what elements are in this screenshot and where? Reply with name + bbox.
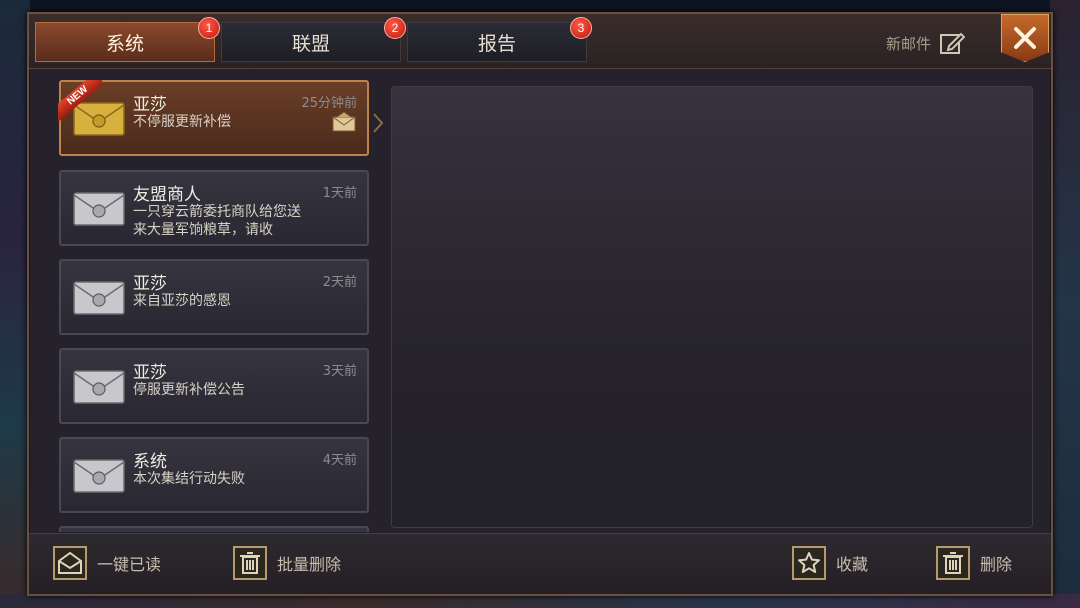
- tab-label: 系统: [105, 32, 144, 55]
- favorite-label: 收藏: [836, 555, 869, 574]
- tab-bar: 系统 1 联盟 2 报告 3 新邮件: [29, 14, 1051, 69]
- tab-label: 联盟: [291, 32, 330, 55]
- tab-system[interactable]: 系统 1: [35, 17, 220, 62]
- new-ribbon: NEW: [58, 80, 102, 123]
- favorite-button[interactable]: 收藏: [792, 544, 868, 582]
- mail-item[interactable]: 亚莎 停服更新补偿公告 3天前: [59, 348, 369, 424]
- mail-preview: 不停服更新补偿: [133, 114, 231, 130]
- mail-item[interactable]: 友盟商人 一只穿云箭委托商队给您送来大量军饷粮草，请收 1天前: [59, 170, 369, 246]
- mail-item[interactable]: [59, 526, 369, 532]
- tab-badge: 2: [384, 17, 406, 39]
- envelope-open-icon: [53, 546, 87, 580]
- mail-sender: 系统: [133, 452, 167, 472]
- mail-sender: 友盟商人: [133, 185, 201, 205]
- delete-label: 删除: [980, 555, 1013, 574]
- trash-icon: [233, 546, 267, 580]
- batch-delete-button[interactable]: 批量删除: [233, 544, 341, 582]
- new-label: NEW: [58, 80, 102, 123]
- star-icon: [792, 546, 826, 580]
- mail-preview: 停服更新补偿公告: [133, 382, 245, 398]
- mail-time: 1天前: [322, 186, 357, 201]
- selection-arrow-icon: [373, 113, 384, 133]
- read-all-button[interactable]: 一键已读: [53, 544, 161, 582]
- mail-panel: 系统 1 联盟 2 报告 3 新邮件 NEW 亚莎 不停服更新补偿 25分钟前 …: [27, 12, 1053, 596]
- envelope-silver-icon: [73, 281, 125, 315]
- mail-content-area: [391, 86, 1033, 528]
- bottom-toolbar: 一键已读 批量删除 收藏 删除: [29, 533, 1051, 594]
- mail-sender: 亚莎: [133, 274, 167, 294]
- mail-item[interactable]: 系统 本次集结行动失败 4天前: [59, 437, 369, 513]
- tab-label: 报告: [477, 32, 516, 55]
- mail-time: 25分钟前: [301, 96, 357, 111]
- mail-item[interactable]: 亚莎 来自亚莎的感恩 2天前: [59, 259, 369, 335]
- tab-badge: 3: [570, 17, 592, 39]
- batch-delete-label: 批量删除: [277, 555, 342, 574]
- mail-sender: 亚莎: [133, 363, 167, 383]
- mail-preview: 一只穿云箭委托商队给您送来大量军饷粮草，请收: [133, 204, 301, 238]
- mail-time: 4天前: [322, 453, 357, 468]
- background-bottom: [0, 594, 1080, 608]
- tab-report[interactable]: 报告 3: [407, 17, 592, 62]
- envelope-silver-icon: [73, 370, 125, 404]
- mail-list[interactable]: NEW 亚莎 不停服更新补偿 25分钟前 友盟商人 一只穿云箭委托商队给您送来大…: [55, 80, 373, 532]
- attachment-icon: [332, 112, 356, 132]
- trash-icon: [936, 546, 970, 580]
- mail-preview: 来自亚莎的感恩: [133, 293, 231, 309]
- close-icon: [1014, 27, 1036, 49]
- tab-badge: 1: [198, 17, 220, 39]
- background-right: [1050, 0, 1080, 608]
- mail-time: 3天前: [322, 364, 357, 379]
- mail-preview: 本次集结行动失败: [133, 471, 245, 487]
- mail-time: 2天前: [322, 275, 357, 290]
- new-mail-button[interactable]: 新邮件: [886, 28, 965, 58]
- new-mail-label: 新邮件: [885, 34, 931, 53]
- envelope-silver-icon: [73, 192, 125, 226]
- mail-sender: 亚莎: [133, 95, 167, 115]
- close-button[interactable]: [1001, 14, 1049, 62]
- background-left: [0, 0, 30, 608]
- envelope-silver-icon: [73, 459, 125, 493]
- delete-button[interactable]: 删除: [936, 544, 1012, 582]
- tab-alliance[interactable]: 联盟 2: [221, 17, 406, 62]
- edit-icon: [940, 32, 965, 54]
- mail-item[interactable]: NEW 亚莎 不停服更新补偿 25分钟前: [58, 80, 369, 156]
- read-all-label: 一键已读: [97, 555, 162, 574]
